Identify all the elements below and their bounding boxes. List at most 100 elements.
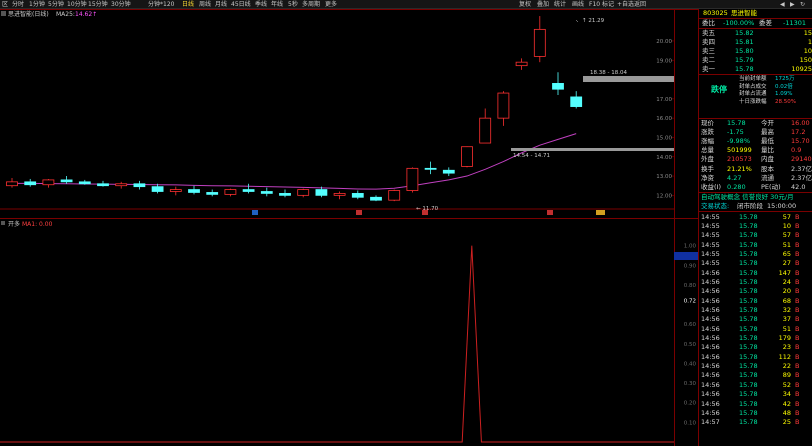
stat-value: 2.37亿 (791, 164, 812, 173)
tick-row[interactable]: 14:56 15.78 51 B (699, 325, 812, 334)
tick-row[interactable]: 14:56 15.78 37 B (699, 315, 812, 324)
ask-volume: 15 (803, 29, 812, 37)
tick-volume: 37 (782, 315, 791, 324)
tick-row[interactable]: 14:56 15.78 147 B (699, 269, 812, 278)
event-marker[interactable] (596, 210, 605, 215)
tick-row[interactable]: 14:56 15.78 179 B (699, 334, 812, 343)
ask-row[interactable]: 卖五 15.82 15 (699, 29, 812, 38)
toolbar-item[interactable]: 更多 (325, 1, 337, 8)
tick-row[interactable]: 14:56 15.78 24 B (699, 278, 812, 287)
toolbar-item[interactable]: 复权 (519, 1, 531, 8)
toolbar-item[interactable]: 周线 (199, 1, 211, 8)
toolbar-item[interactable]: 5分钟 (48, 1, 64, 8)
sub-y-tick-label: 0.80 (684, 283, 697, 289)
chart-area[interactable]: 思进智能(日线) MA25: 14.62↑ 20.0019.0018.0017.… (0, 0, 812, 446)
tick-row[interactable]: 14:56 15.78 68 B (699, 297, 812, 306)
tick-row[interactable]: 14:56 15.78 34 B (699, 390, 812, 399)
candle-body (515, 61, 528, 67)
candle-body (151, 186, 164, 192)
stat-label: 现价 (701, 119, 714, 127)
toolbar-item[interactable]: 日线 (182, 1, 194, 8)
toolbar-item[interactable]: 画线 (572, 1, 584, 8)
order-diff-value: -11301 (783, 19, 807, 27)
event-marker[interactable] (252, 210, 258, 215)
candle-body (260, 191, 273, 194)
tick-row[interactable]: 14:56 15.78 23 B (699, 343, 812, 352)
tick-volume: 22 (782, 362, 791, 371)
tick-row[interactable]: 14:55 15.78 65 B (699, 250, 812, 259)
ask-row[interactable]: 卖二 15.79 150 (699, 56, 812, 65)
toolbar-item[interactable]: 30分钟 (111, 1, 131, 8)
ask-price: 15.81 (735, 38, 754, 46)
tick-side: B (795, 352, 800, 361)
stat-value: 501999 (727, 146, 752, 155)
event-marker[interactable] (547, 210, 553, 215)
stat-row: 总量 501999 量比 0.9 (699, 146, 812, 155)
ask-row[interactable]: 卖一 15.78 10925 (699, 65, 812, 74)
tick-price: 15.78 (739, 287, 758, 296)
toolbar-item[interactable]: 分钟*120 (148, 1, 174, 8)
tick-side: B (795, 324, 800, 333)
refresh-icon[interactable]: ↻ (800, 1, 805, 8)
toolbar-item[interactable]: 年线 (271, 1, 283, 8)
tick-row[interactable]: 14:56 15.78 52 B (699, 381, 812, 390)
toolbar-item[interactable]: F10 (589, 1, 600, 8)
toolbar-item[interactable]: 季线 (255, 1, 267, 8)
tick-row[interactable]: 14:56 15.78 112 B (699, 353, 812, 362)
candle-body (333, 193, 346, 196)
event-marker[interactable] (356, 210, 362, 215)
tick-row[interactable]: 14:56 15.78 32 B (699, 306, 812, 315)
tick-row[interactable]: 14:56 15.78 89 B (699, 371, 812, 380)
sub-legend-value: MA1: 0.00 (22, 221, 53, 228)
stat-value: 15.70 (791, 137, 810, 146)
ask-label: 卖一 (702, 65, 715, 73)
tick-row[interactable]: 14:55 15.78 10 B (699, 222, 812, 231)
stat-value: 15.78 (727, 119, 746, 127)
toolbar-item[interactable]: 15分钟 (88, 1, 108, 8)
toolbar-item[interactable]: 1分钟 (29, 1, 45, 8)
toolbar-item[interactable]: 叠加 (537, 1, 549, 8)
toolbar-item[interactable]: 月线 (215, 1, 227, 8)
sub-y-tick-label: 0.60 (684, 322, 697, 328)
toolbar-item[interactable]: 10分钟 (67, 1, 87, 8)
tick-row[interactable]: 14:56 15.78 42 B (699, 400, 812, 409)
tick-volume: 112 (778, 352, 791, 361)
candle-body (297, 189, 310, 196)
toolbar-item[interactable]: 多周期 (302, 1, 320, 8)
stat-label: 最低 (761, 137, 774, 146)
ma-legend-label: MA25: (56, 11, 75, 18)
toolbar-item[interactable]: 标记 (602, 1, 614, 8)
candle-body (315, 189, 328, 196)
toolbar-item[interactable]: 返回 (634, 1, 646, 8)
tick-row[interactable]: 14:57 15.78 25 B (699, 418, 812, 427)
tick-row[interactable]: 14:55 15.78 27 B (699, 259, 812, 268)
toolbar-item[interactable]: 分时 (12, 1, 24, 8)
order-ratio-value: -100.00% (723, 19, 755, 27)
tick-time: 14:56 (701, 268, 720, 277)
tick-time: 14:56 (701, 399, 720, 408)
toolbar-item[interactable]: +自选 (617, 1, 634, 8)
tick-row[interactable]: 14:55 15.78 51 B (699, 241, 812, 250)
toolbar-item[interactable]: 5秒 (288, 1, 298, 8)
tick-row[interactable]: 14:55 15.78 57 B (699, 213, 812, 222)
tick-time: 14:55 (701, 221, 720, 230)
tick-row[interactable]: 14:56 15.78 48 B (699, 409, 812, 418)
y-tick-label: 12.00 (656, 193, 672, 199)
toolbar-item[interactable]: 45日线 (231, 1, 251, 8)
tick-row[interactable]: 14:55 15.78 57 B (699, 231, 812, 240)
prev-icon[interactable]: ◀ (780, 1, 785, 8)
stat-row: 收益(I) 0.280 PE(动) 42.0 (699, 183, 812, 192)
ask-row[interactable]: 卖四 15.81 1 (699, 38, 812, 47)
tick-side: B (795, 399, 800, 408)
period-toolbar: 区分时 1分钟 5分钟 10分钟 15分钟 30分钟 分钟*120 日线 周线 月线 45日线 季线年… (0, 0, 812, 9)
ask-row[interactable]: 卖三 15.80 10 (699, 47, 812, 56)
event-marker[interactable] (422, 210, 428, 215)
next-icon[interactable]: ▶ (790, 1, 795, 8)
tick-row[interactable]: 14:56 15.78 20 B (699, 287, 812, 296)
tick-price: 15.78 (739, 249, 758, 258)
toolbar-item[interactable]: 统计 (554, 1, 566, 8)
signal-polyline (0, 245, 674, 443)
tick-row[interactable]: 14:56 15.78 22 B (699, 362, 812, 371)
candlesticks (6, 16, 583, 202)
toolbar-item[interactable]: 区 (2, 1, 8, 8)
